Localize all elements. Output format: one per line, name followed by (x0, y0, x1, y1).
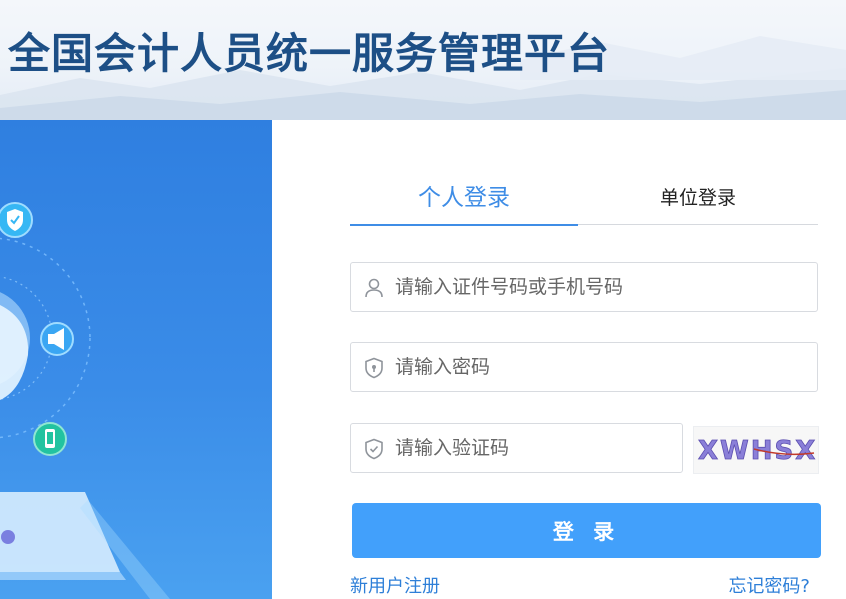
phone-icon (33, 422, 67, 456)
site-title: 全国会计人员统一服务管理平台 (8, 29, 611, 78)
shield-lock-icon (363, 357, 385, 379)
login-panel: 个人登录 单位登录 请输入证件号码或手机号码 请输入验证码 XWHSX 登 录 … (272, 120, 846, 599)
id-phone-field (350, 262, 818, 312)
id-phone-input[interactable] (395, 263, 805, 311)
shield-check-icon (363, 438, 385, 460)
login-button[interactable]: 登 录 (352, 503, 821, 558)
tab-personal-login[interactable]: 个人登录 (350, 178, 578, 226)
shield-check-icon (0, 202, 33, 238)
captcha-image[interactable]: XWHSX (693, 426, 819, 474)
password-input[interactable] (395, 343, 805, 391)
register-link[interactable]: 新用户注册 (350, 572, 440, 598)
illustration-panel (0, 120, 272, 599)
password-field (350, 342, 818, 392)
login-tabs: 个人登录 单位登录 (350, 178, 818, 226)
illustration (0, 202, 170, 599)
megaphone-icon (40, 322, 74, 356)
captcha-input[interactable] (395, 424, 670, 472)
header-banner: 全国会计人员统一服务管理平台 (0, 0, 846, 120)
forgot-password-link[interactable]: 忘记密码? (728, 572, 810, 598)
user-icon (363, 277, 385, 299)
tab-unit-login[interactable]: 单位登录 (584, 178, 812, 224)
captcha-field (350, 423, 683, 473)
captcha-text: XWHSX (698, 436, 817, 466)
